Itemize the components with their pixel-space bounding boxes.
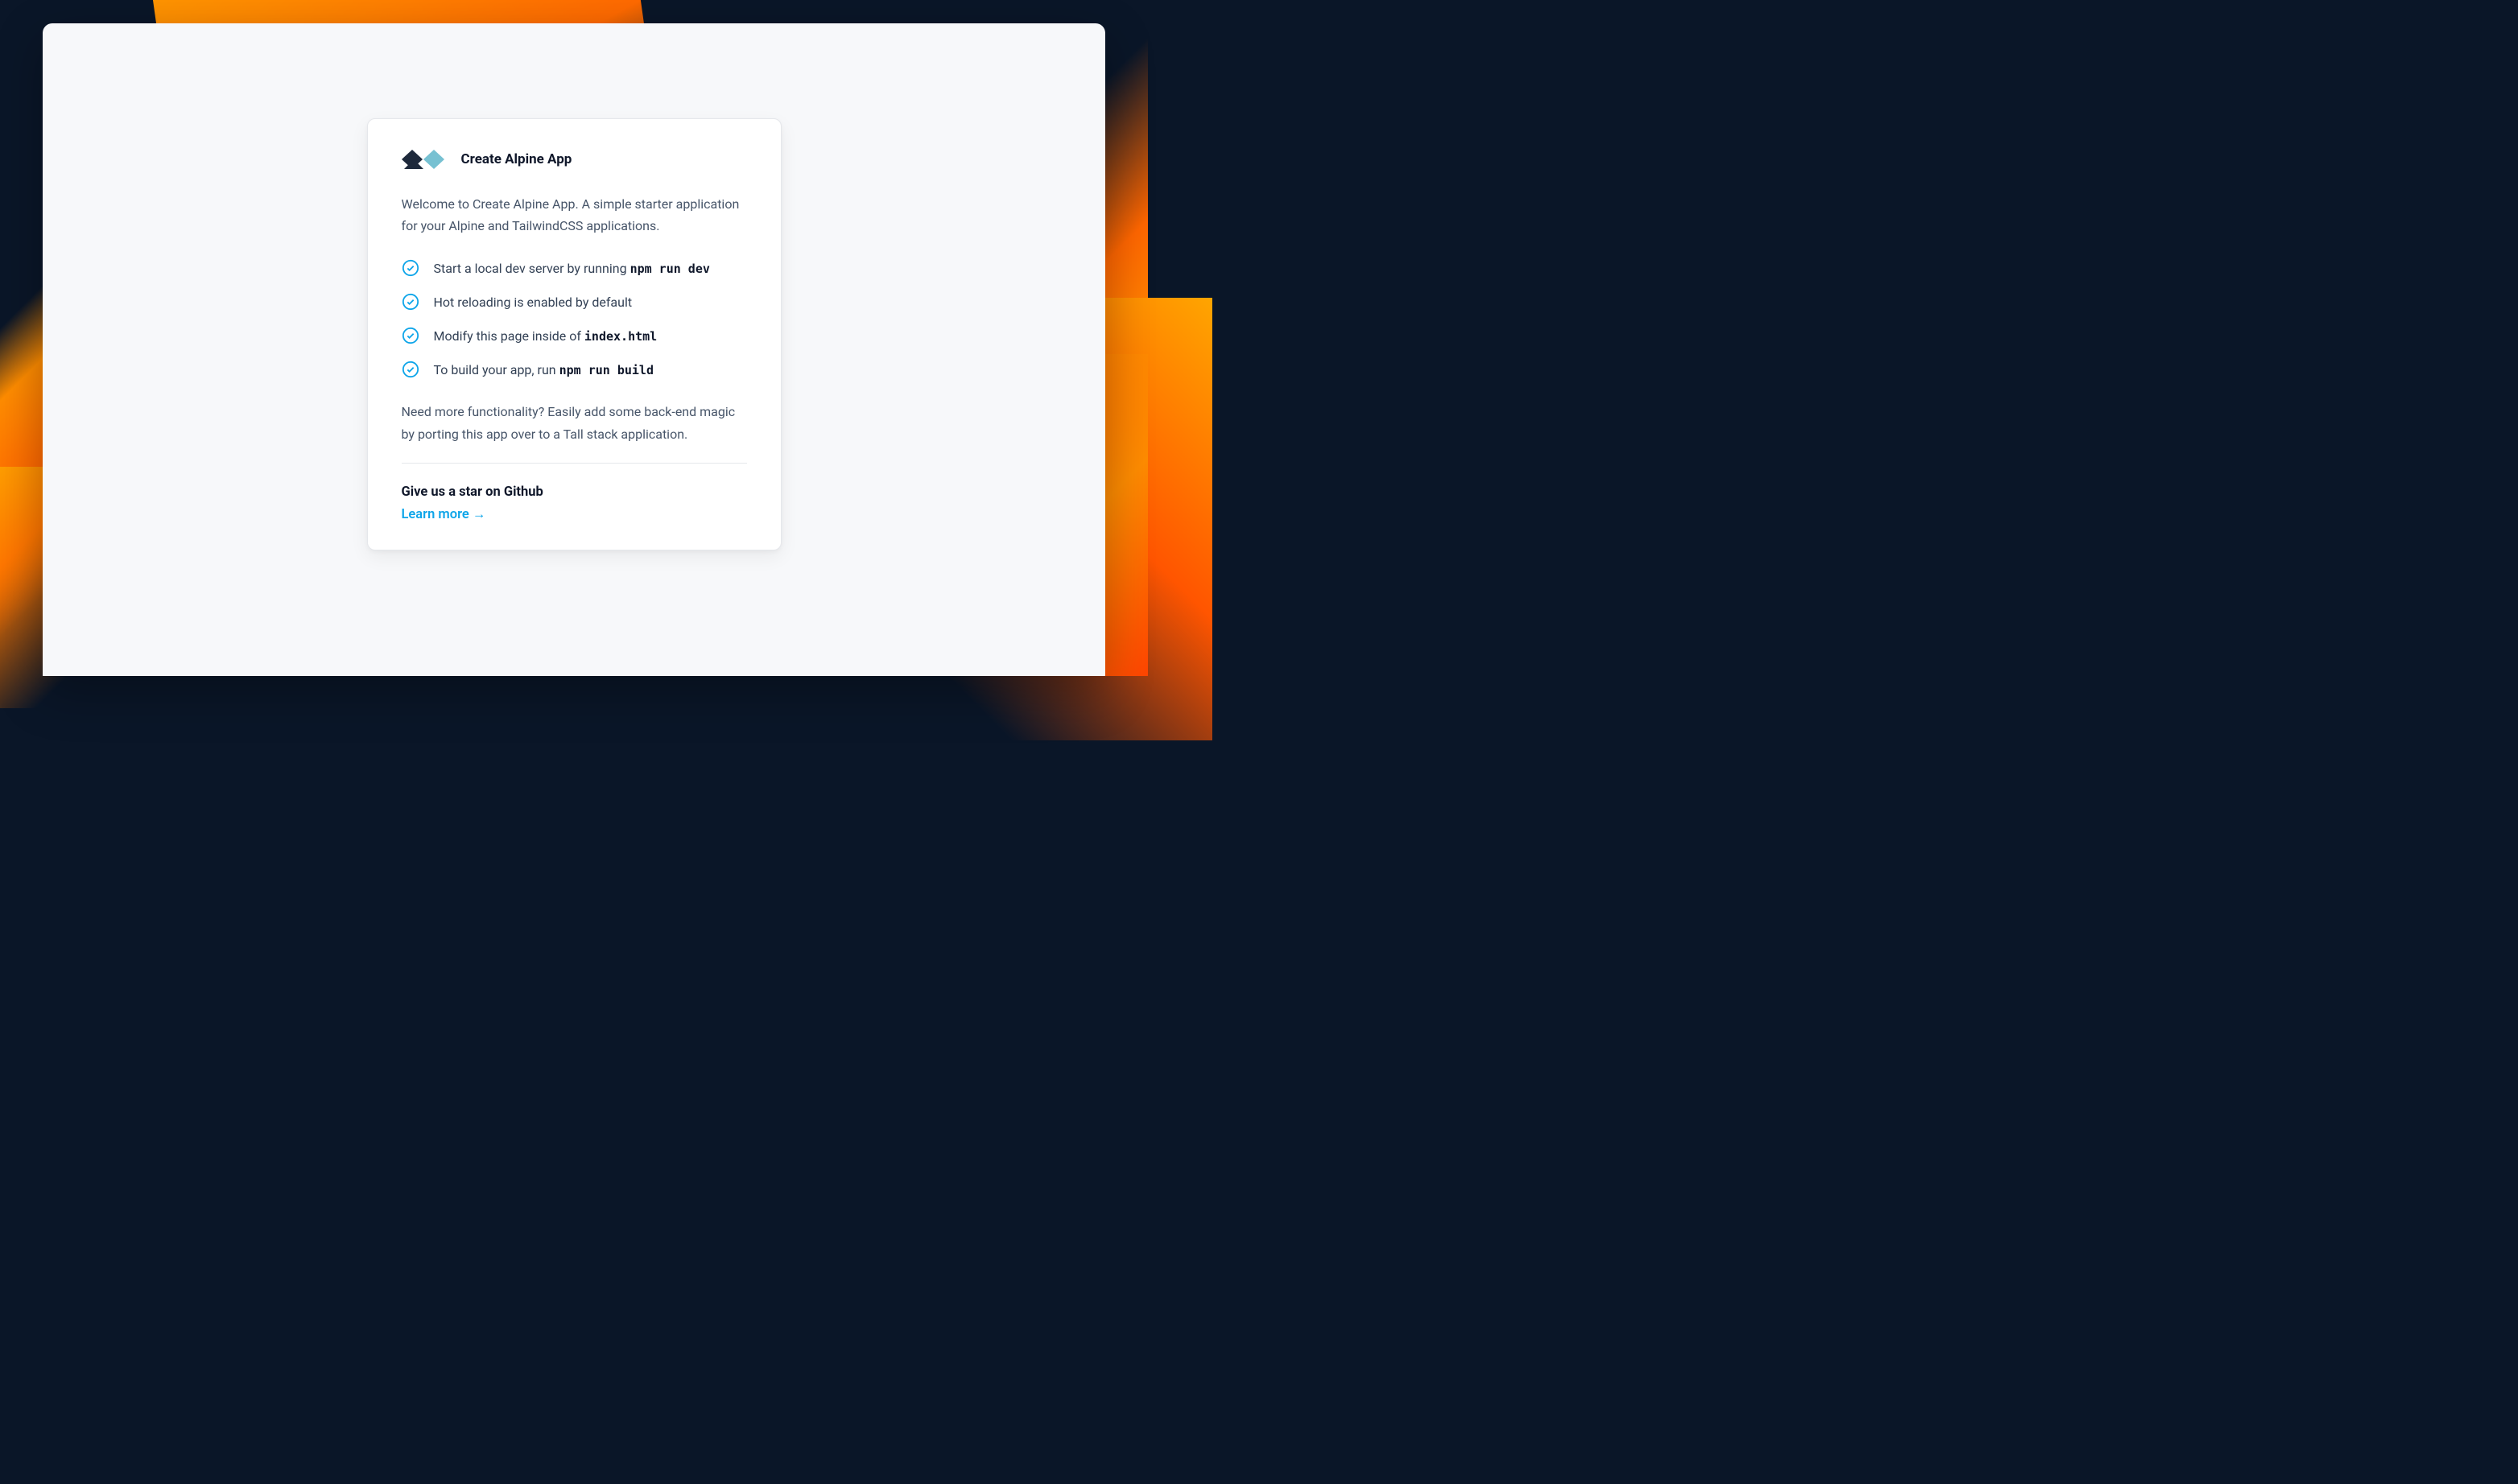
check-circle-icon bbox=[402, 327, 419, 344]
learn-more-link[interactable]: Learn more → bbox=[402, 507, 486, 522]
checklist-item: Modify this page inside of index.html bbox=[402, 327, 747, 344]
checklist: Start a local dev server by running npm … bbox=[402, 259, 747, 378]
checklist-item: Hot reloading is enabled by default bbox=[402, 293, 747, 311]
divider bbox=[402, 463, 747, 464]
checklist-item: To build your app, run npm run build bbox=[402, 361, 747, 378]
footer-text: Need more functionality? Easily add some… bbox=[402, 401, 747, 444]
checklist-item-text: Start a local dev server by running npm … bbox=[434, 261, 710, 276]
check-circle-icon bbox=[402, 293, 419, 311]
cta-title: Give us a star on Github bbox=[402, 484, 747, 500]
intro-text: Welcome to Create Alpine App. A simple s… bbox=[402, 193, 747, 237]
alpine-logo-icon bbox=[402, 150, 445, 169]
card-header: Create Alpine App bbox=[402, 150, 747, 169]
checklist-item: Start a local dev server by running npm … bbox=[402, 259, 747, 277]
checklist-item-text: To build your app, run npm run build bbox=[434, 362, 654, 377]
checklist-item-text: Hot reloading is enabled by default bbox=[434, 295, 633, 310]
checklist-item-text: Modify this page inside of index.html bbox=[434, 328, 658, 344]
app-window: Create Alpine App Welcome to Create Alpi… bbox=[43, 23, 1105, 676]
check-circle-icon bbox=[402, 259, 419, 277]
card-title: Create Alpine App bbox=[461, 151, 572, 167]
check-circle-icon bbox=[402, 361, 419, 378]
welcome-card: Create Alpine App Welcome to Create Alpi… bbox=[367, 118, 782, 550]
